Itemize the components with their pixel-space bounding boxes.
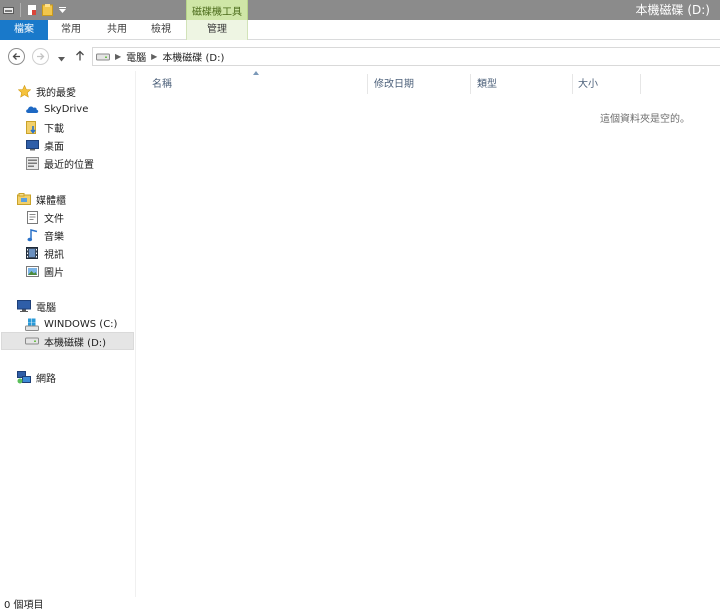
desktop-icon xyxy=(25,138,39,152)
new-folder-icon[interactable] xyxy=(39,0,55,20)
breadcrumb-separator-icon: ▶ xyxy=(115,52,122,61)
sidebar-item-label: 桌面 xyxy=(44,141,64,153)
drive-icon xyxy=(96,53,110,61)
drive-tools-tab-group: 磁碟機工具 xyxy=(186,0,248,20)
sidebar-item-favorites[interactable]: 我的最愛 xyxy=(17,82,76,100)
download-folder-icon xyxy=(25,120,39,134)
system-menu-icon[interactable] xyxy=(0,0,16,20)
forward-button[interactable] xyxy=(32,48,49,65)
file-list-pane[interactable]: 名稱 修改日期 類型 大小 這個資料夾是空的。 xyxy=(137,71,720,597)
sidebar-item-desktop[interactable]: 桌面 xyxy=(25,136,64,154)
tab-home[interactable]: 常用 xyxy=(48,20,94,40)
column-divider[interactable] xyxy=(470,74,471,94)
sidebar-item-label: 視訊 xyxy=(44,249,64,261)
column-divider[interactable] xyxy=(367,74,368,94)
sidebar-item-documents[interactable]: 文件 xyxy=(25,208,64,226)
arrow-right-icon xyxy=(37,53,45,60)
sidebar-item-label: 最近的位置 xyxy=(44,159,94,171)
navigation-pane: 我的最愛 SkyDrive 下載 桌面 最近的位置 媒體櫃 文件 音樂 視訊 圖… xyxy=(0,71,136,597)
recent-locations-button[interactable] xyxy=(58,54,65,65)
column-header-size[interactable]: 大小 xyxy=(578,74,638,94)
sidebar-item-local-disk-d[interactable]: 本機磁碟 (D:) xyxy=(1,332,134,350)
properties-icon[interactable] xyxy=(25,0,39,20)
sidebar-item-label: 本機磁碟 (D:) xyxy=(44,337,107,349)
sidebar-item-label: 媒體櫃 xyxy=(36,195,66,207)
item-count: 0 個項目 xyxy=(4,600,44,611)
sidebar-item-pictures[interactable]: 圖片 xyxy=(25,262,64,280)
customize-toolbar-icon[interactable] xyxy=(55,0,69,20)
quick-access-toolbar xyxy=(0,0,69,20)
sidebar-item-windows-drive[interactable]: WINDOWS (C:) xyxy=(25,315,117,333)
sidebar-item-label: 我的最愛 xyxy=(36,87,76,99)
music-icon xyxy=(25,228,39,242)
breadcrumb-current-drive[interactable]: 本機磁碟 (D:) xyxy=(162,49,224,64)
sidebar-item-music[interactable]: 音樂 xyxy=(25,226,64,244)
sidebar-item-videos[interactable]: 視訊 xyxy=(25,244,64,262)
sidebar-item-label: 下載 xyxy=(44,123,64,135)
sidebar-item-label: 電腦 xyxy=(36,302,56,314)
breadcrumb-separator-icon: ▶ xyxy=(151,52,158,61)
sidebar-item-recent-places[interactable]: 最近的位置 xyxy=(25,154,94,172)
address-bar[interactable]: ▶ 電腦 ▶ 本機磁碟 (D:) xyxy=(92,47,720,66)
tab-manage[interactable]: 管理 xyxy=(186,20,248,40)
sidebar-item-computer[interactable]: 電腦 xyxy=(17,297,56,315)
tab-file[interactable]: 檔案 xyxy=(0,20,48,40)
back-button[interactable] xyxy=(8,48,25,65)
computer-icon xyxy=(17,299,31,313)
arrow-left-icon xyxy=(12,53,20,60)
column-divider[interactable] xyxy=(572,74,573,94)
sidebar-item-label: SkyDrive xyxy=(44,103,89,115)
arrow-up-icon xyxy=(76,50,84,61)
pictures-icon xyxy=(25,264,39,278)
sidebar-item-network[interactable]: 網路 xyxy=(17,368,56,386)
navigation-bar: ▶ 電腦 ▶ 本機磁碟 (D:) xyxy=(0,41,720,71)
column-divider[interactable] xyxy=(640,74,641,94)
sidebar-item-label: 圖片 xyxy=(44,267,64,279)
column-header-date-modified[interactable]: 修改日期 xyxy=(374,74,472,94)
documents-icon xyxy=(25,210,39,224)
tab-share[interactable]: 共用 xyxy=(94,20,140,40)
recent-places-icon xyxy=(25,156,39,170)
sidebar-item-downloads[interactable]: 下載 xyxy=(25,118,64,136)
sidebar-item-label: 音樂 xyxy=(44,231,64,243)
window-title: 本機磁碟 (D:) xyxy=(635,3,710,17)
windows-drive-icon xyxy=(25,317,39,331)
sidebar-item-label: WINDOWS (C:) xyxy=(44,318,118,330)
title-bar: 磁碟機工具 本機磁碟 (D:) xyxy=(0,0,720,20)
network-icon xyxy=(17,370,31,384)
up-button[interactable] xyxy=(75,50,85,64)
libraries-icon xyxy=(17,192,31,206)
column-header-name[interactable]: 名稱 xyxy=(152,74,367,94)
breadcrumb-computer[interactable]: 電腦 xyxy=(126,49,146,64)
ribbon-tabs: 檔案 常用 共用 檢視 管理 xyxy=(0,20,720,40)
sidebar-item-label: 網路 xyxy=(36,373,56,385)
sidebar-item-skydrive[interactable]: SkyDrive xyxy=(25,100,88,118)
column-header-type[interactable]: 類型 xyxy=(477,74,572,94)
cloud-icon xyxy=(25,102,39,116)
sidebar-item-libraries[interactable]: 媒體櫃 xyxy=(17,190,66,208)
status-bar: 0 個項目 xyxy=(0,597,720,614)
toolbar-separator xyxy=(20,3,21,17)
video-icon xyxy=(25,246,39,260)
sidebar-item-label: 文件 xyxy=(44,213,64,225)
star-icon xyxy=(17,84,31,98)
empty-folder-message: 這個資料夾是空的。 xyxy=(600,114,690,125)
hard-drive-icon xyxy=(25,334,39,348)
tab-view[interactable]: 檢視 xyxy=(140,20,182,40)
chevron-down-icon xyxy=(58,57,65,62)
